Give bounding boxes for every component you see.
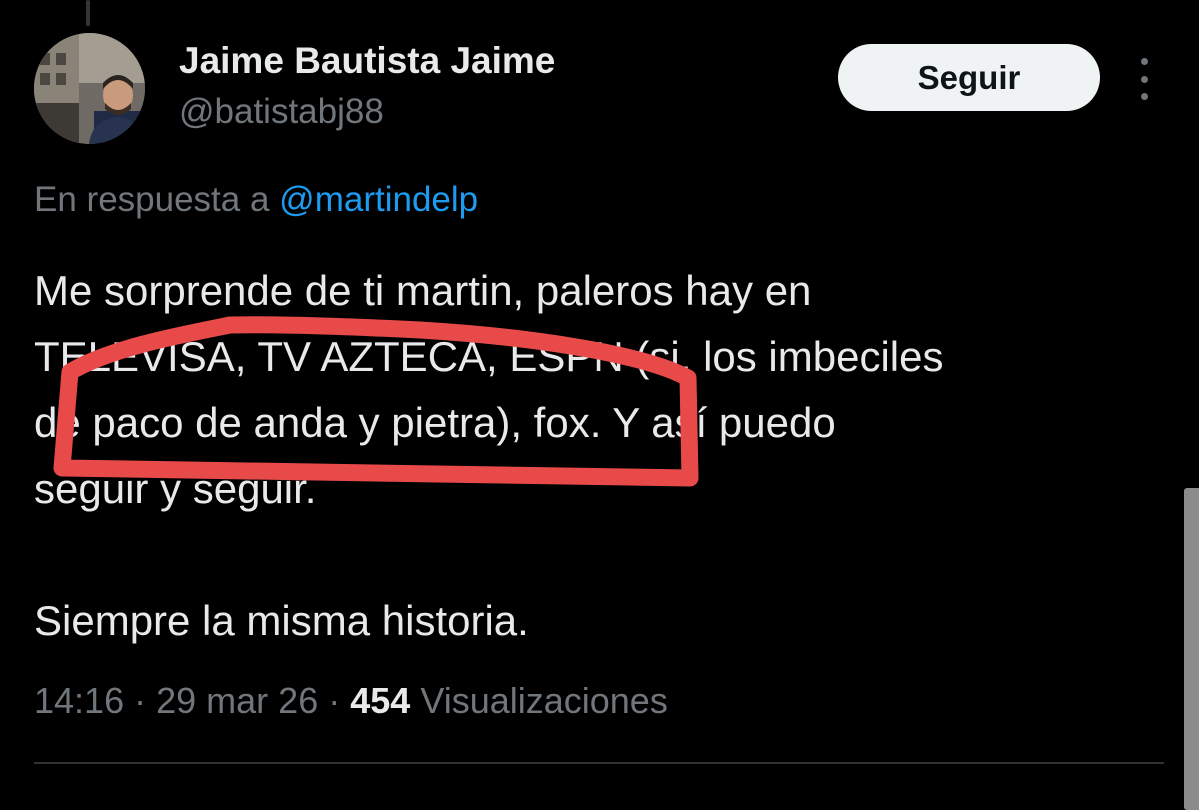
- tweet-meta: 14:16 · 29 mar 26 · 454 Visualizaciones: [34, 680, 668, 722]
- tweet-line: TELEVISA, TV AZTECA, ESPN (si, los imbec…: [34, 333, 944, 380]
- views-label: Visualizaciones: [420, 680, 668, 721]
- thread-connector-line: [86, 0, 90, 26]
- divider: [34, 762, 1164, 764]
- reply-context: En respuesta a @martindelp: [34, 180, 478, 220]
- tweet-line: seguir y seguir.: [34, 465, 317, 512]
- author-handle[interactable]: @batistabj88: [179, 92, 384, 132]
- avatar-photo-icon: [34, 33, 145, 144]
- meta-separator: ·: [134, 680, 147, 721]
- more-vertical-icon[interactable]: [1130, 58, 1158, 100]
- author-display-name[interactable]: Jaime Bautista Jaime: [179, 40, 555, 82]
- tweet-body: Me sorprende de ti martin, paleros hay e…: [34, 258, 1164, 654]
- tweet-time[interactable]: 14:16: [34, 680, 124, 721]
- more-dot: [1140, 75, 1148, 83]
- tweet-date[interactable]: 29 mar 26: [156, 680, 318, 721]
- tweet-line: Me sorprende de ti martin, paleros hay e…: [34, 267, 812, 314]
- reply-mention-link[interactable]: @martindelp: [279, 180, 478, 219]
- views-count: 454: [350, 680, 411, 721]
- tweet-line: de paco de anda y pietra), fox. Y así pu…: [34, 399, 836, 446]
- follow-button[interactable]: Seguir: [838, 44, 1100, 111]
- tweet-closing-line: Siempre la misma historia.: [34, 597, 529, 644]
- more-dot: [1140, 58, 1148, 65]
- more-dot: [1140, 93, 1148, 100]
- reply-prefix: En respuesta a: [34, 180, 270, 219]
- scrollbar-thumb[interactable]: [1184, 488, 1199, 810]
- meta-separator: ·: [328, 680, 341, 721]
- avatar[interactable]: [34, 33, 145, 144]
